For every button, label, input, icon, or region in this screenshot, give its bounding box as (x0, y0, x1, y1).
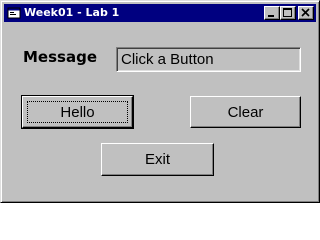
message-label: Message (23, 48, 97, 66)
minimize-icon (268, 15, 274, 17)
clear-button[interactable]: Clear (190, 96, 301, 128)
window-title: Week01 - Lab 1 (24, 6, 120, 19)
form-icon[interactable] (7, 6, 21, 20)
close-button[interactable] (298, 6, 314, 20)
focus-rectangle (27, 101, 128, 123)
minimize-button[interactable] (264, 6, 280, 20)
maximize-button[interactable] (280, 6, 296, 20)
close-icon (301, 8, 310, 17)
title-bar[interactable]: Week01 - Lab 1 (4, 4, 316, 22)
message-textbox[interactable]: Click a Button (116, 47, 301, 72)
exit-button[interactable]: Exit (101, 143, 214, 176)
exit-button-label: Exit (144, 151, 170, 168)
clear-button-label: Clear (227, 103, 264, 121)
maximize-icon (283, 8, 292, 17)
app-window: Week01 - Lab 1 Message Click a Button He… (0, 0, 320, 203)
hello-button[interactable]: Hello (21, 95, 134, 129)
